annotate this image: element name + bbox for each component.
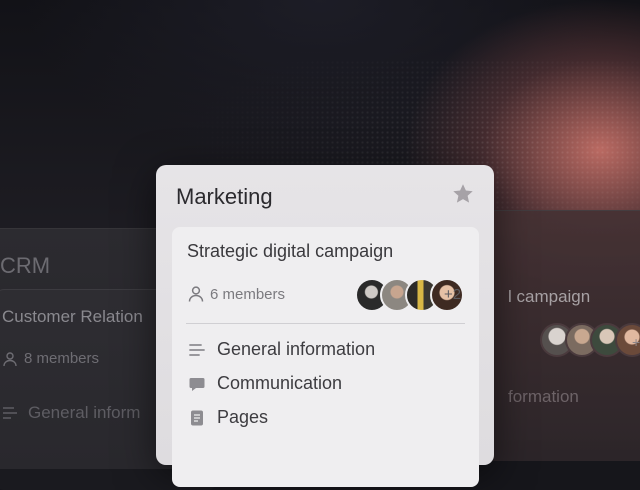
right-more-count: + — [632, 334, 640, 350]
chat-icon — [189, 377, 205, 391]
card-title: Marketing — [176, 184, 273, 209]
campaign-card-right[interactable]: l campaign + formation — [486, 210, 640, 461]
more-members-count[interactable]: +2 — [444, 286, 461, 303]
menu-general-information[interactable]: General information — [188, 339, 375, 360]
crm-card[interactable]: CRM Customer Relation 8 members General … — [0, 228, 216, 469]
menu-communication[interactable]: Communication — [188, 373, 342, 394]
lines-icon — [3, 407, 17, 419]
user-icon — [188, 286, 204, 302]
members-count: 6 members — [187, 285, 285, 303]
project-card[interactable]: Strategic digital campaign 6 members +2 … — [172, 227, 479, 487]
page-icon — [191, 410, 203, 425]
project-title: Strategic digital campaign — [187, 241, 394, 261]
lines-icon — [189, 343, 205, 356]
crm-menu-general-label: General inform — [28, 403, 141, 422]
crm-menu-general[interactable]: General inform — [2, 403, 140, 423]
menu-label: General information — [217, 339, 376, 359]
members-label: 6 members — [210, 285, 286, 303]
marketing-card[interactable]: Marketing Strategic digital campaign 6 m… — [156, 165, 494, 487]
right-avatar-group — [540, 323, 640, 357]
menu-pages[interactable]: Pages — [188, 407, 268, 428]
right-project-title: l campaign — [508, 287, 591, 306]
crm-members: 8 members — [2, 350, 99, 367]
star-icon[interactable] — [451, 182, 475, 206]
divider — [186, 323, 465, 324]
menu-label: Pages — [217, 407, 269, 427]
crm-card-title: CRM — [0, 253, 51, 278]
menu-label: Communication — [217, 373, 343, 393]
crm-members-label: 8 members — [24, 350, 100, 367]
right-menu-item[interactable]: formation — [508, 387, 579, 407]
user-icon — [3, 351, 17, 366]
crm-project-title: Customer Relation — [2, 307, 143, 326]
